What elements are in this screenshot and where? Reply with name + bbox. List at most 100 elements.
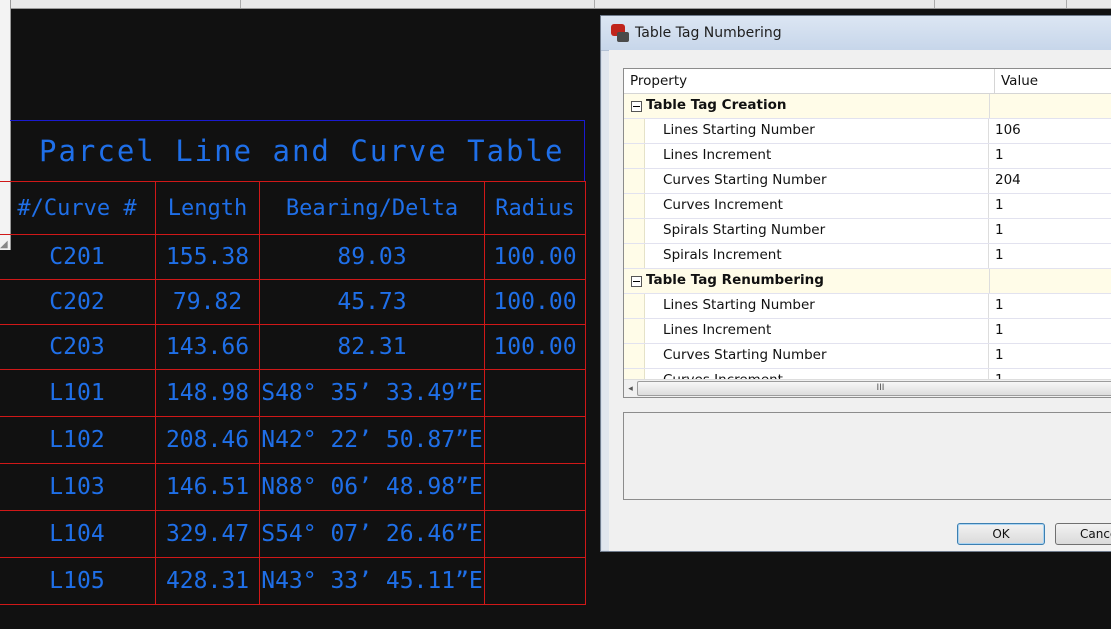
property-label: Lines Increment bbox=[645, 319, 989, 343]
property-grid-header: Property Value bbox=[624, 69, 1111, 94]
cell-bearing-delta: N43° 33’ 45.11”E bbox=[259, 557, 485, 605]
cell-id: L105 bbox=[0, 557, 156, 605]
property-row[interactable]: Curves Starting Number 204 bbox=[624, 169, 1111, 194]
cell-id: C201 bbox=[0, 234, 156, 280]
property-value[interactable]: 106 bbox=[989, 119, 1111, 143]
property-row[interactable]: Lines Starting Number 1 bbox=[624, 294, 1111, 319]
property-label: Curves Starting Number bbox=[645, 344, 989, 368]
property-label: Lines Starting Number bbox=[645, 294, 989, 318]
cell-bearing-delta: S54° 07’ 26.46”E bbox=[259, 510, 485, 558]
property-label: Spirals Starting Number bbox=[645, 219, 989, 243]
cell-radius bbox=[484, 557, 586, 605]
cell-bearing-delta: 82.31 bbox=[259, 324, 485, 370]
cell-length: 208.46 bbox=[155, 416, 260, 464]
property-grid[interactable]: Property Value Table Tag Creation Lines … bbox=[623, 68, 1111, 398]
header-radius: Radius bbox=[484, 181, 586, 235]
cell-length: 143.66 bbox=[155, 324, 260, 370]
toolbar-separator bbox=[934, 0, 935, 8]
property-value[interactable]: 1 bbox=[989, 244, 1111, 268]
cad-table-title: Parcel Line and Curve Table bbox=[10, 120, 585, 181]
property-label: Curves Increment bbox=[645, 194, 989, 218]
cell-length: 146.51 bbox=[155, 463, 260, 511]
cell-id: L103 bbox=[0, 463, 156, 511]
table-row: L103 146.51 N88° 06’ 48.98”E bbox=[0, 463, 586, 511]
table-row: L102 208.46 N42° 22’ 50.87”E bbox=[0, 416, 586, 464]
property-row[interactable]: Lines Increment 1 bbox=[624, 144, 1111, 169]
property-row[interactable]: Spirals Increment 1 bbox=[624, 244, 1111, 269]
cell-bearing-delta: N42° 22’ 50.87”E bbox=[259, 416, 485, 464]
property-value[interactable]: 1 bbox=[989, 344, 1111, 368]
property-value[interactable]: 204 bbox=[989, 169, 1111, 193]
cell-id: L101 bbox=[0, 369, 156, 417]
property-value[interactable]: 1 bbox=[989, 319, 1111, 343]
table-row: C201 155.38 89.03 100.00 bbox=[0, 234, 586, 280]
cell-radius bbox=[484, 369, 586, 417]
header-curve-number: #/Curve # bbox=[0, 181, 156, 235]
cancel-button[interactable]: Cance bbox=[1055, 523, 1111, 545]
category-label: Table Tag Renumbering bbox=[646, 269, 990, 293]
cell-length: 148.98 bbox=[155, 369, 260, 417]
category-table-tag-creation[interactable]: Table Tag Creation bbox=[624, 94, 1111, 119]
header-value[interactable]: Value bbox=[995, 69, 1038, 93]
table-row: C203 143.66 82.31 100.00 bbox=[0, 324, 586, 370]
parcel-line-curve-table[interactable]: #/Curve # Length Bearing/Delta Radius C2… bbox=[0, 181, 586, 605]
horizontal-scrollbar[interactable]: ◂ III bbox=[624, 379, 1111, 397]
toolbar-separator bbox=[1066, 0, 1067, 8]
top-toolbar-strip bbox=[0, 0, 1111, 9]
property-row[interactable]: Lines Increment 1 bbox=[624, 319, 1111, 344]
cell-bearing-delta: N88° 06’ 48.98”E bbox=[259, 463, 485, 511]
cell-length: 155.38 bbox=[155, 234, 260, 280]
cell-radius bbox=[484, 416, 586, 464]
header-length: Length bbox=[155, 181, 260, 235]
cell-bearing-delta: S48° 35’ 33.49”E bbox=[259, 369, 485, 417]
cell-bearing-delta: 89.03 bbox=[259, 234, 485, 280]
header-property[interactable]: Property bbox=[624, 69, 995, 93]
cell-id: C203 bbox=[0, 324, 156, 370]
cell-radius: 100.00 bbox=[484, 279, 586, 325]
property-value[interactable]: 1 bbox=[989, 219, 1111, 243]
scroll-left-icon[interactable]: ◂ bbox=[624, 384, 637, 394]
property-value[interactable]: 1 bbox=[989, 194, 1111, 218]
cell-length: 428.31 bbox=[155, 557, 260, 605]
table-row: L104 329.47 S54° 07’ 26.46”E bbox=[0, 510, 586, 558]
property-row[interactable]: Curves Increment1 bbox=[624, 194, 1111, 219]
cell-id: L104 bbox=[0, 510, 156, 558]
category-label: Table Tag Creation bbox=[646, 94, 990, 118]
header-bearing-delta: Bearing/Delta bbox=[259, 181, 485, 235]
table-row: L101 148.98 S48° 35’ 33.49”E bbox=[0, 369, 586, 417]
dialog-client-area: Property Value Table Tag Creation Lines … bbox=[609, 50, 1111, 551]
cell-radius bbox=[484, 463, 586, 511]
cell-id: L102 bbox=[0, 416, 156, 464]
dialog-title: Table Tag Numbering bbox=[635, 25, 782, 41]
property-row[interactable]: Spirals Starting Number 1 bbox=[624, 219, 1111, 244]
table-tag-numbering-dialog[interactable]: Table Tag Numbering Property Value Table… bbox=[600, 15, 1111, 552]
property-label: Lines Increment bbox=[645, 144, 989, 168]
collapse-icon[interactable] bbox=[631, 101, 642, 112]
toolbar-separator bbox=[240, 0, 241, 8]
property-label: Curves Starting Number bbox=[645, 169, 989, 193]
toolbar-separator bbox=[594, 0, 595, 8]
cell-bearing-delta: 45.73 bbox=[259, 279, 485, 325]
property-label: Lines Starting Number bbox=[645, 119, 989, 143]
table-row: C202 79.82 45.73 100.00 bbox=[0, 279, 586, 325]
table-header-row: #/Curve # Length Bearing/Delta Radius bbox=[0, 181, 586, 235]
ok-button[interactable]: OK bbox=[957, 523, 1045, 545]
property-row[interactable]: Lines Starting Number 106 bbox=[624, 119, 1111, 144]
property-value[interactable]: 1 bbox=[989, 294, 1111, 318]
property-value[interactable]: 1 bbox=[989, 144, 1111, 168]
cell-length: 79.82 bbox=[155, 279, 260, 325]
cell-radius: 100.00 bbox=[484, 234, 586, 280]
cell-length: 329.47 bbox=[155, 510, 260, 558]
category-table-tag-renumbering[interactable]: Table Tag Renumbering bbox=[624, 269, 1111, 294]
dialog-titlebar[interactable]: Table Tag Numbering bbox=[601, 16, 1111, 51]
cell-id: C202 bbox=[0, 279, 156, 325]
table-row: L105 428.31 N43° 33’ 45.11”E bbox=[0, 557, 586, 605]
description-panel bbox=[623, 412, 1111, 500]
autocad-icon bbox=[611, 24, 629, 42]
property-row[interactable]: Curves Starting Number 1 bbox=[624, 344, 1111, 369]
property-label: Spirals Increment bbox=[645, 244, 989, 268]
scrollbar-thumb[interactable]: III bbox=[636, 381, 1111, 396]
collapse-icon[interactable] bbox=[631, 276, 642, 287]
cell-radius bbox=[484, 510, 586, 558]
cell-radius: 100.00 bbox=[484, 324, 586, 370]
